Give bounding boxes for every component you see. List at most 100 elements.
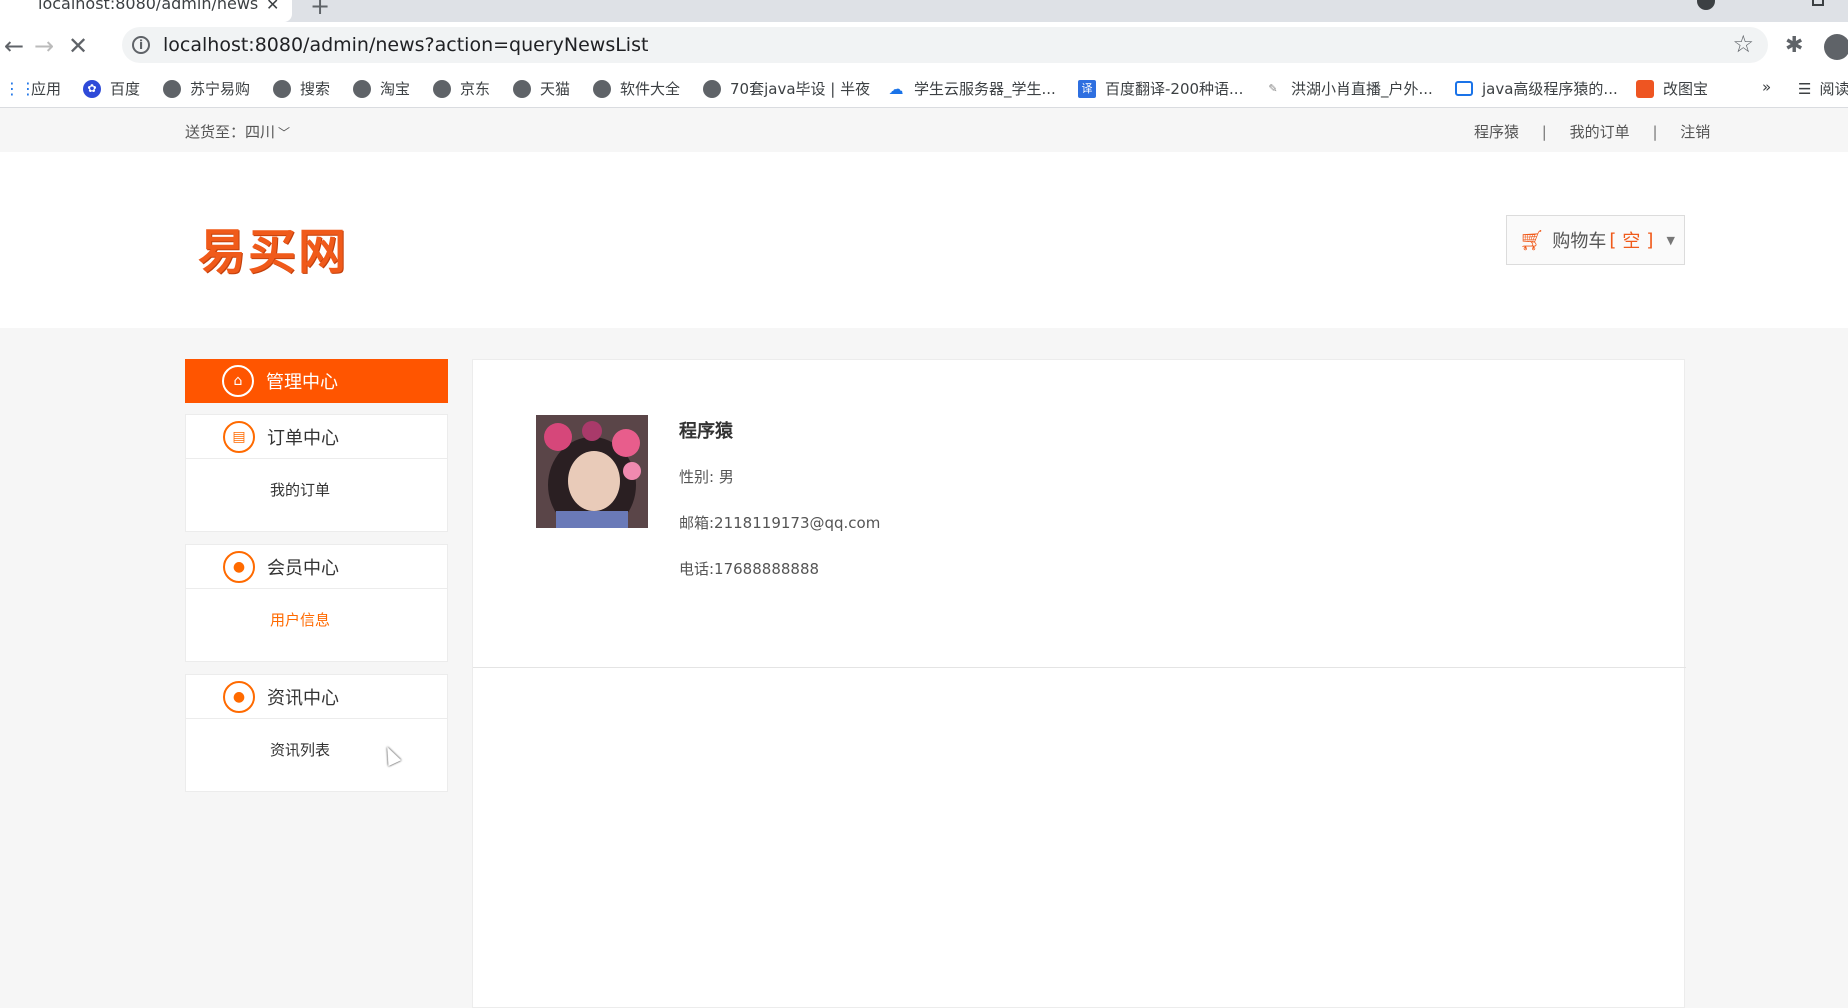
bookmark-label: 京东 — [460, 80, 491, 98]
browser-tab[interactable]: localhost:8080/admin/news?ac ✕ — [0, 0, 292, 22]
bookmark-label: java高级程序猿的... — [1482, 80, 1618, 98]
chevron-more-icon: » — [1762, 78, 1772, 96]
avatar-image — [536, 415, 648, 528]
site-top-strip: 送货至：四川 ﹀ 程序猿 | 我的订单 | 注销 — [0, 108, 1848, 152]
bookmark-label: 百度翻译-200种语... — [1105, 80, 1244, 98]
bookmark-java-projects[interactable]: 70套java毕设 | 半夜 — [703, 78, 870, 99]
sidebar-section-title: 会员中心 — [267, 557, 339, 579]
cart-status: 空 — [1622, 231, 1641, 252]
separator: | — [1541, 123, 1547, 141]
bookmark-label: 改图宝 — [1663, 80, 1709, 98]
site-info-icon[interactable]: i — [132, 36, 150, 54]
tab-title: localhost:8080/admin/news?ac — [38, 0, 258, 13]
user-icon: ● — [223, 680, 255, 713]
bookmark-label: 搜索 — [300, 80, 331, 98]
logout-link[interactable]: 注销 — [1680, 121, 1710, 142]
home-icon: ⌂ — [222, 365, 254, 397]
feather-icon: ✎ — [1268, 81, 1278, 95]
bookmark-live[interactable]: ✎ 洪湖小肖直播_户外... — [1264, 78, 1433, 99]
bookmark-label: 洪湖小肖直播_户外... — [1291, 80, 1433, 98]
sidebar-section-news: ● 资讯中心 资讯列表 — [185, 674, 448, 792]
sidebar-link-my-orders[interactable]: 我的订单 — [186, 459, 447, 531]
bookmark-baidu[interactable]: ✿ 百度 — [83, 78, 140, 99]
close-tab-icon[interactable]: ✕ — [266, 0, 279, 14]
globe-icon — [163, 79, 181, 98]
bookmark-baidu-translate[interactable]: 译百度翻译-200种语... — [1078, 78, 1243, 99]
loading-spinner-icon — [10, 0, 28, 12]
cloud-icon: ☁ — [888, 79, 904, 98]
user-links: 程序猿 | 我的订单 | 注销 — [1474, 121, 1710, 142]
reading-list-icon: ☰ — [1798, 79, 1812, 98]
tab-search-icon[interactable] — [1697, 0, 1715, 10]
bookmark-label: 70套java毕设 | 半夜 — [730, 80, 871, 98]
forward-arrow-icon[interactable]: → — [34, 32, 54, 60]
globe-icon — [513, 79, 531, 98]
bookmark-label: 天猫 — [540, 80, 571, 98]
bookmarks-bar: ⋮⋮ 应用 ✿ 百度 苏宁易购 搜索 淘宝 京东 天猫 软件大全 70套java毕设… — [0, 70, 1848, 108]
url-text[interactable]: localhost:8080/admin/news?action=queryNe… — [163, 34, 648, 56]
reading-list-label: 阅读 — [1819, 80, 1848, 98]
sidebar-section-header[interactable]: ▤ 订单中心 — [186, 415, 447, 459]
bookmark-java-advanced[interactable]: java高级程序猿的... — [1455, 78, 1618, 99]
globe-icon — [273, 79, 291, 98]
bookmark-tmall[interactable]: 天猫 — [513, 78, 570, 99]
bookmark-search[interactable]: 搜索 — [273, 78, 330, 99]
profile-avatar-icon[interactable] — [1824, 34, 1848, 60]
order-document-icon: ▤ — [223, 420, 255, 453]
globe-icon — [703, 79, 721, 98]
chevron-down-icon: ﹀ — [278, 126, 291, 140]
tab-strip: localhost:8080/admin/news?ac ✕ + — [0, 0, 1848, 22]
bookmark-label: 苏宁易购 — [190, 80, 251, 98]
stop-loading-icon[interactable]: ✕ — [68, 32, 88, 60]
baidu-paw-icon: ✿ — [83, 79, 101, 98]
divider — [473, 667, 1686, 668]
sidebar-section-members: ● 会员中心 用户信息 — [185, 544, 448, 662]
profile-gender: 性别: 男 — [679, 468, 734, 486]
avatar — [536, 415, 648, 528]
bilibili-tv-icon — [1455, 81, 1473, 96]
bookmark-label: 应用 — [31, 80, 62, 98]
red-square-icon — [1636, 79, 1654, 98]
cart-bracket-open: [ — [1609, 229, 1617, 251]
delivery-location-label: 送货至：四川 — [185, 123, 276, 141]
new-tab-icon[interactable]: + — [310, 0, 330, 20]
sidebar-section-header[interactable]: ● 会员中心 — [186, 545, 447, 589]
bookmark-apps[interactable]: ⋮⋮ 应用 — [4, 78, 61, 99]
cart-bracket-close: ] — [1646, 229, 1654, 251]
bookmark-label: 百度 — [110, 80, 141, 98]
sidebar-admin-center[interactable]: ⌂ 管理中心 — [185, 359, 448, 403]
site-logo[interactable]: 易买网 — [198, 212, 348, 282]
bookmark-label: 淘宝 — [380, 80, 411, 98]
bookmark-jd[interactable]: 京东 — [433, 78, 490, 99]
sidebar-link-news-list[interactable]: 资讯列表 — [186, 719, 447, 791]
bookmarks-overflow[interactable]: » — [1762, 78, 1771, 96]
address-bar[interactable]: i localhost:8080/admin/news?action=query… — [122, 27, 1768, 63]
bookmark-student-cloud[interactable]: ☁ 学生云服务器_学生... — [887, 78, 1056, 99]
bookmark-gaitubao[interactable]: 改图宝 — [1636, 78, 1708, 99]
sidebar-section-title: 资讯中心 — [267, 687, 339, 709]
bookmark-software[interactable]: 软件大全 — [593, 78, 680, 99]
extensions-puzzle-icon[interactable]: ✱ — [1785, 33, 1803, 58]
globe-icon — [593, 79, 611, 98]
bookmark-suning[interactable]: 苏宁易购 — [163, 78, 250, 99]
reading-list[interactable]: ☰ 阅读 — [1798, 78, 1848, 99]
sidebar-link-user-info[interactable]: 用户信息 — [186, 589, 447, 661]
globe-icon — [353, 79, 371, 98]
profile-email: 邮箱:2118119173@qq.com — [679, 514, 881, 532]
back-arrow-icon[interactable]: ← — [4, 32, 24, 60]
cart-button[interactable]: 🛒︎ 购物车 [ 空 ] ▼ — [1506, 215, 1685, 265]
delivery-location-selector[interactable]: 送货至：四川 ﹀ — [185, 121, 290, 142]
sidebar-section-header[interactable]: ● 资讯中心 — [186, 675, 447, 719]
profile-name: 程序猿 — [679, 421, 733, 442]
my-orders-link[interactable]: 我的订单 — [1570, 121, 1630, 142]
bookmark-label: 学生云服务器_学生... — [914, 80, 1056, 98]
username-link[interactable]: 程序猿 — [1474, 121, 1519, 142]
user-info-panel: 程序猿 性别: 男 邮箱:2118119173@qq.com 电话:176888… — [472, 359, 1686, 1008]
toolbar: ← → ✕ i localhost:8080/admin/news?action… — [0, 22, 1848, 70]
profile-phone: 电话:17688888888 — [679, 560, 820, 578]
translate-icon: 译 — [1078, 79, 1096, 98]
bookmark-taobao[interactable]: 淘宝 — [353, 78, 410, 99]
bookmark-star-icon[interactable]: ☆ — [1732, 30, 1754, 58]
restore-window-icon[interactable] — [1812, 0, 1824, 6]
sidebar-section-orders: ▤ 订单中心 我的订单 — [185, 414, 448, 532]
